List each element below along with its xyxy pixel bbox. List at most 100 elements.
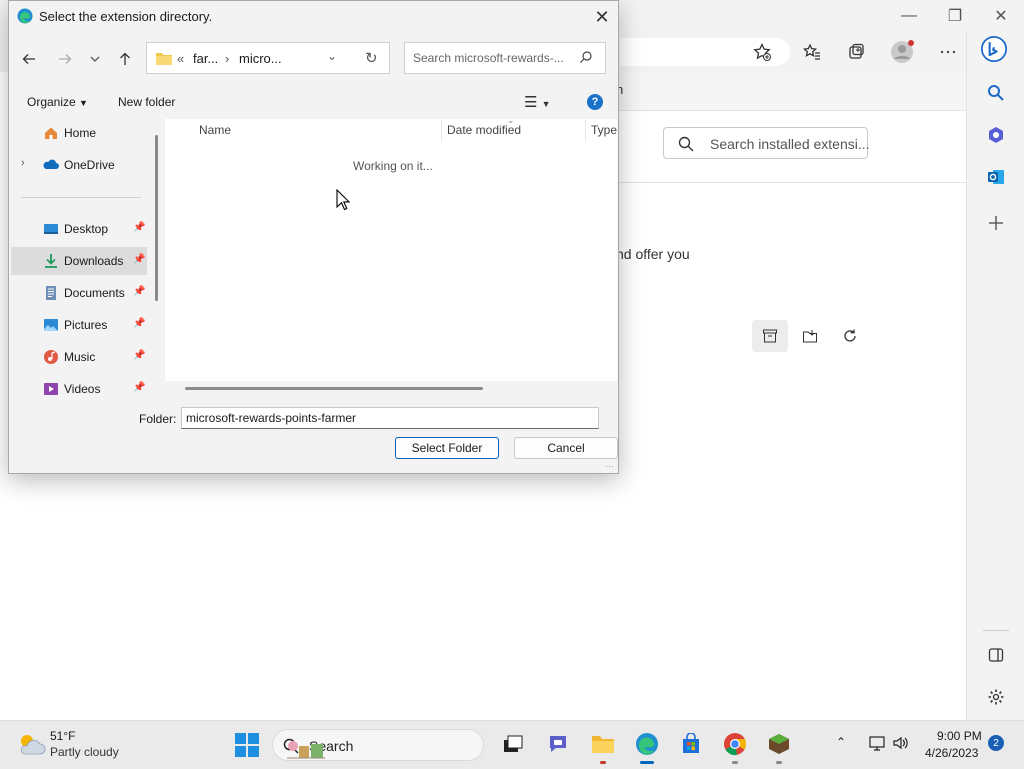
documents-icon <box>46 286 56 300</box>
add-favorite-icon[interactable] <box>748 38 776 66</box>
column-divider[interactable] <box>585 119 586 141</box>
bing-chat-icon[interactable] <box>981 36 1007 62</box>
folder-name-input[interactable] <box>181 407 599 429</box>
minimize-button[interactable]: — <box>892 4 926 28</box>
profile-avatar[interactable] <box>888 38 916 66</box>
copilot-icon[interactable] <box>983 122 1009 148</box>
clock-date[interactable]: 4/26/2023 <box>925 746 978 760</box>
breadcrumb-item[interactable]: far... <box>193 51 218 66</box>
column-header-type[interactable]: Type <box>591 123 617 137</box>
edge-icon <box>17 8 33 24</box>
clock-time[interactable]: 9:00 PM <box>937 729 982 743</box>
refresh-icon[interactable]: ↻ <box>365 49 378 67</box>
search-icon[interactable] <box>983 80 1009 106</box>
file-explorer-icon[interactable] <box>590 731 616 757</box>
recent-locations-chevron-icon[interactable] <box>83 47 107 71</box>
new-folder-button[interactable]: New folder <box>118 95 175 109</box>
view-options-icon[interactable]: ☰ ▼ <box>524 93 551 111</box>
restore-button[interactable]: ❐ <box>938 4 972 28</box>
nav-item-documents[interactable]: Documents 📌 <box>11 279 147 307</box>
pin-icon: 📌 <box>133 222 146 233</box>
favorites-icon[interactable] <box>798 38 826 66</box>
nav-item-label: OneDrive <box>64 158 115 172</box>
up-arrow-icon[interactable] <box>113 47 137 71</box>
caret-down-icon: ▼ <box>79 98 88 108</box>
taskbar-search[interactable]: Search <box>272 729 484 761</box>
nav-item-label: Downloads <box>64 254 124 268</box>
volume-icon[interactable] <box>892 735 910 751</box>
folder-label: Folder: <box>139 412 177 426</box>
windows-start-icon[interactable] <box>235 733 259 757</box>
hide-sidebar-icon[interactable] <box>983 642 1009 668</box>
divider <box>21 197 141 198</box>
select-folder-button[interactable]: Select Folder <box>395 437 499 459</box>
chevron-right-icon[interactable]: › <box>225 51 229 66</box>
search-icon <box>580 51 592 63</box>
weather-temperature[interactable]: 51°F <box>50 729 75 743</box>
nav-item-videos[interactable]: Videos 📌 <box>11 375 147 403</box>
teams-chat-icon[interactable] <box>545 731 571 757</box>
nav-item-home[interactable]: Home <box>11 119 147 147</box>
nav-item-label: Desktop <box>64 222 109 236</box>
loading-status-text: Working on it... <box>353 159 433 173</box>
close-icon[interactable]: ✕ <box>587 3 617 31</box>
folder-search-placeholder: Search microsoft-rewards-... <box>413 51 564 65</box>
pack-extension-icon[interactable] <box>752 320 788 352</box>
collections-icon[interactable] <box>842 38 870 66</box>
task-view-icon[interactable] <box>500 731 526 757</box>
nav-item-onedrive[interactable]: › OneDrive <box>11 151 147 179</box>
organize-button[interactable]: Organize ▼ <box>27 95 88 109</box>
cancel-button[interactable]: Cancel <box>514 437 618 459</box>
select-folder-dialog: Select the extension directory. ✕ « far.… <box>8 0 619 474</box>
nav-item-desktop[interactable]: Desktop 📌 <box>11 215 147 243</box>
pin-icon: 📌 <box>133 382 146 393</box>
settings-gear-icon[interactable] <box>983 684 1009 710</box>
chevron-down-icon[interactable]: ⌄ <box>327 49 337 63</box>
extensions-search-placeholder: Search installed extensi... <box>710 136 870 152</box>
extensions-search-input[interactable]: Search installed extensi... <box>663 127 870 159</box>
nav-item-pictures[interactable]: Pictures 📌 <box>11 311 147 339</box>
forward-arrow-icon[interactable] <box>53 47 77 71</box>
column-header-name[interactable]: Name <box>199 123 231 137</box>
minecraft-icon[interactable] <box>766 731 792 757</box>
more-options-icon[interactable]: ⋯ <box>934 38 962 66</box>
folder-search-input[interactable]: Search microsoft-rewards-... <box>404 42 606 74</box>
mouse-cursor-icon <box>336 189 350 211</box>
sort-chevron-icon: ⌄ <box>507 115 515 125</box>
weather-description[interactable]: Partly cloudy <box>50 745 119 759</box>
extensions-header <box>617 72 966 111</box>
notification-badge[interactable]: 2 <box>988 735 1004 751</box>
expand-chevron-icon[interactable]: › <box>21 157 25 169</box>
dialog-title: Select the extension directory. <box>39 9 213 24</box>
partly-cloudy-icon[interactable] <box>16 730 46 758</box>
help-icon[interactable]: ? <box>587 94 603 110</box>
microsoft-store-icon[interactable] <box>678 731 704 757</box>
back-arrow-icon[interactable] <box>17 47 41 71</box>
horizontal-scrollbar[interactable] <box>185 387 483 390</box>
music-icon <box>44 350 58 364</box>
nav-item-music[interactable]: Music 📌 <box>11 343 147 371</box>
address-breadcrumb[interactable]: « far... › micro... ⌄ ↻ <box>146 42 390 74</box>
file-list: Name Date modified ⌄ Type Working on it.… <box>165 115 617 381</box>
running-indicator <box>776 761 782 764</box>
nav-item-label: Music <box>64 350 96 364</box>
chrome-icon[interactable] <box>722 731 748 757</box>
close-window-button[interactable]: ✕ <box>984 4 1018 28</box>
pictures-icon <box>44 319 58 331</box>
network-icon[interactable] <box>868 735 886 751</box>
pin-icon: 📌 <box>133 286 146 297</box>
chevron-up-icon[interactable]: ⌃ <box>836 735 846 749</box>
edge-browser-icon[interactable] <box>634 731 660 757</box>
outlook-icon[interactable] <box>983 164 1009 190</box>
breadcrumb-item[interactable]: micro... <box>239 51 282 66</box>
resize-grip-icon[interactable]: ⋯ <box>605 461 614 472</box>
nav-item-downloads[interactable]: Downloads 📌 <box>11 247 147 275</box>
add-icon[interactable] <box>983 210 1009 236</box>
load-unpacked-icon[interactable] <box>792 320 828 352</box>
nav-item-label: Pictures <box>64 318 108 332</box>
edge-sidebar <box>966 32 1024 720</box>
navigation-scrollbar[interactable] <box>155 135 158 301</box>
column-divider[interactable] <box>441 119 442 141</box>
overflow-chevron-icon[interactable]: « <box>177 51 184 66</box>
update-icon[interactable] <box>832 320 868 352</box>
